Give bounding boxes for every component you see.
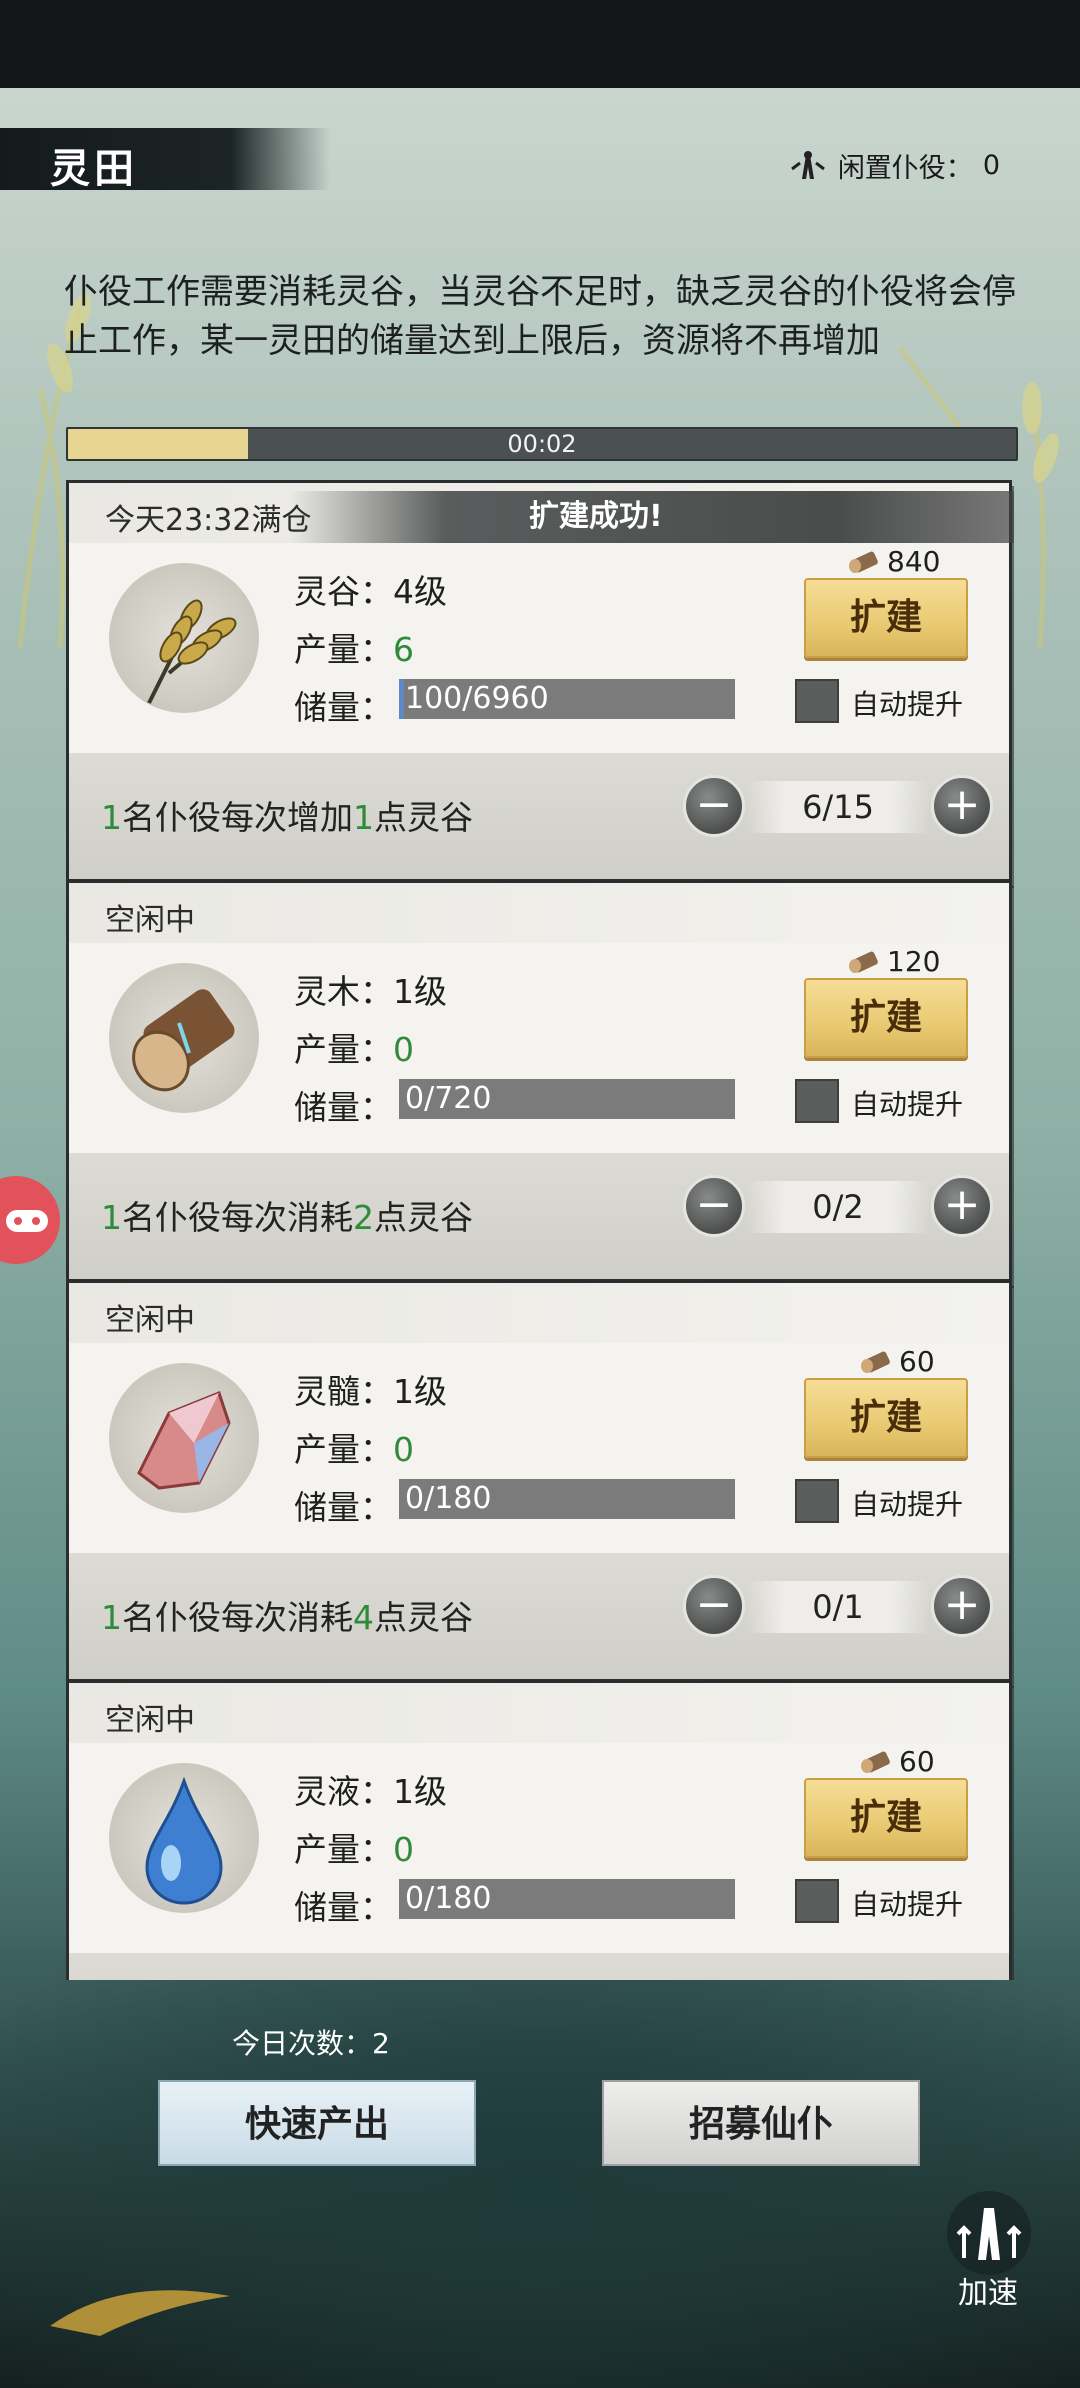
field-list[interactable]: 今天23:32满仓 扩建成功! 灵谷：4级 产量：6 储量： 100/6960 … — [66, 480, 1014, 1980]
timer-progress-bar: 00:02 — [66, 427, 1018, 461]
wood-icon — [861, 1751, 890, 1773]
card-header: 空闲中 — [69, 1283, 1009, 1343]
field-card-wood: 空闲中 灵木：1级 产量：0 储量： 0/720 120 扩建 自动提升 1名仆… — [66, 880, 1012, 1282]
idle-count: 0 — [982, 150, 1000, 181]
expand-cost: 120 — [847, 945, 940, 978]
expand-button[interactable]: 扩建 — [804, 978, 968, 1058]
increase-workers-button[interactable]: + — [931, 775, 993, 837]
worker-rule-text: 1名仆役每次增加1点灵谷 — [101, 798, 473, 837]
storage-bar: 0/180 — [399, 1479, 735, 1519]
daily-count: 今日次数：2 — [232, 2027, 390, 2060]
expand-cost: 60 — [859, 1745, 935, 1778]
card-status: 空闲中 — [105, 1703, 195, 1738]
description-text: 仆役工作需要消耗灵谷，当灵谷不足时，缺乏灵谷的仆役将会停止工作，某一灵田的储量达… — [64, 272, 1016, 361]
recruit-servant-button[interactable]: 招募仙仆 — [602, 2080, 920, 2166]
resource-icon-frame — [109, 1763, 259, 1913]
storage-value: 100/6960 — [405, 681, 549, 716]
auto-upgrade-label: 自动提升 — [851, 1488, 964, 1521]
card-header: 空闲中 — [69, 883, 1009, 943]
top-status-area — [0, 0, 1080, 88]
storage-fill — [399, 679, 404, 719]
resource-output: 产量：0 — [294, 1030, 414, 1069]
fast-output-button[interactable]: 快速产出 — [158, 2080, 476, 2166]
resource-level: 灵谷：4级 — [294, 572, 447, 611]
storage-bar: 100/6960 — [399, 679, 735, 719]
auto-upgrade-checkbox[interactable] — [795, 1479, 839, 1523]
auto-upgrade-checkbox[interactable] — [795, 679, 839, 723]
decrease-workers-button[interactable]: − — [683, 1175, 745, 1237]
auto-upgrade-label: 自动提升 — [851, 1888, 964, 1921]
field-card-liquid: 空闲中 灵液：1级 产量：0 储量： 0/180 60 扩建 自动提升 — [66, 1680, 1012, 1980]
card-footer: 1名仆役每次增加1点灵谷 − 6/15 + — [69, 753, 1009, 879]
expand-button[interactable]: 扩建 — [804, 1778, 968, 1858]
idle-label: 闲置仆役： — [837, 153, 973, 184]
card-status: 空闲中 — [105, 1303, 195, 1338]
speed-up-label: 加速 — [958, 2276, 1018, 2311]
page-title: 灵田 — [50, 146, 138, 192]
water-drop-icon — [145, 1776, 223, 1905]
expand-cost: 840 — [847, 545, 940, 578]
success-banner: 扩建成功! — [289, 491, 1014, 543]
increase-workers-button[interactable]: + — [931, 1175, 993, 1237]
auto-upgrade-label: 自动提升 — [851, 688, 964, 721]
storage-label: 储量： — [294, 688, 393, 727]
card-status: 空闲中 — [105, 903, 195, 938]
expand-button[interactable]: 扩建 — [804, 1378, 968, 1458]
resource-output: 产量：0 — [294, 1430, 414, 1469]
servant-icon — [790, 150, 825, 179]
worker-count: 0/2 — [747, 1181, 929, 1233]
field-card-marrow: 空闲中 灵髓：1级 产量：0 储量： 0/180 60 扩建 自动提升 1名仆役… — [66, 1280, 1012, 1682]
card-footer: 1名仆役每次消耗2点灵谷 − 0/2 + — [69, 1153, 1009, 1279]
resource-icon-frame — [109, 563, 259, 713]
storage-bar: 0/180 — [399, 1879, 735, 1919]
timer-label: 00:02 — [507, 430, 577, 458]
storage-bar: 0/720 — [399, 1079, 735, 1119]
auto-upgrade-checkbox[interactable] — [795, 1879, 839, 1923]
increase-workers-button[interactable]: + — [931, 1575, 993, 1637]
worker-rule-text: 1名仆役每次消耗2点灵谷 — [101, 1198, 473, 1237]
storage-value: 0/180 — [405, 1881, 492, 1916]
expand-button[interactable]: 扩建 — [804, 578, 968, 658]
auto-upgrade-label: 自动提升 — [851, 1088, 964, 1121]
resource-level: 灵液：1级 — [294, 1772, 447, 1811]
field-card-grain: 今天23:32满仓 扩建成功! 灵谷：4级 产量：6 储量： 100/6960 … — [66, 480, 1014, 882]
expand-cost: 60 — [859, 1345, 935, 1378]
decrease-workers-button[interactable]: − — [683, 775, 745, 837]
gold-brush-decoration — [50, 2290, 230, 2336]
storage-value: 0/180 — [405, 1481, 492, 1516]
idle-servants: 闲置仆役： 0 — [788, 146, 1000, 185]
resource-level: 灵髓：1级 — [294, 1372, 447, 1411]
storage-label: 储量： — [294, 1888, 393, 1927]
worker-count: 0/1 — [747, 1581, 929, 1633]
resource-output: 产量：0 — [294, 1830, 414, 1869]
wood-log-icon — [132, 989, 235, 1092]
worker-rule-text: 1名仆役每次消耗4点灵谷 — [101, 1598, 473, 1637]
card-header: 空闲中 — [69, 1683, 1009, 1743]
resource-icon-frame — [109, 1363, 259, 1513]
gamepad-icon — [6, 1210, 48, 1232]
wood-icon — [849, 551, 878, 573]
storage-value: 0/720 — [405, 1081, 492, 1116]
worker-count: 6/15 — [747, 781, 929, 833]
grain-icon — [147, 599, 237, 704]
resource-output: 产量：6 — [294, 630, 414, 669]
crystal-icon — [137, 1391, 231, 1490]
wood-icon — [849, 951, 878, 973]
auto-upgrade-checkbox[interactable] — [795, 1079, 839, 1123]
card-status: 今天23:32满仓 — [105, 503, 312, 538]
storage-label: 储量： — [294, 1488, 393, 1527]
card-header: 今天23:32满仓 扩建成功! — [69, 483, 1014, 543]
wood-icon — [861, 1351, 890, 1373]
storage-label: 储量： — [294, 1088, 393, 1127]
decrease-workers-button[interactable]: − — [683, 1575, 745, 1637]
card-footer — [69, 1953, 1009, 1980]
card-footer: 1名仆役每次消耗4点灵谷 − 0/1 + — [69, 1553, 1009, 1679]
resource-level: 灵木：1级 — [294, 972, 447, 1011]
resource-icon-frame — [109, 963, 259, 1113]
